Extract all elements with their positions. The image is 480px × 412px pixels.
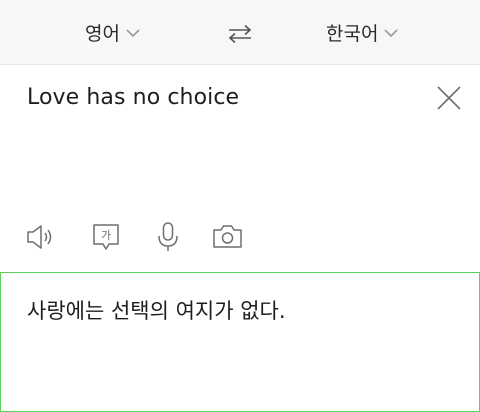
svg-text:가: 가 — [101, 229, 111, 242]
chevron-down-icon — [383, 24, 399, 40]
source-text[interactable]: Love has no choice — [27, 85, 239, 110]
source-language-selector[interactable]: 영어 — [85, 0, 141, 64]
camera-icon — [213, 225, 242, 248]
chat-bubble-korean-icon: 가 — [93, 224, 119, 250]
language-bar: 영어 한국어 — [0, 0, 480, 65]
speaker-icon — [27, 225, 52, 249]
camera-button[interactable] — [211, 220, 245, 254]
pronunciation-button[interactable]: 가 — [90, 220, 124, 254]
target-language-label: 한국어 — [326, 22, 379, 45]
voice-input-button[interactable] — [152, 220, 186, 254]
source-language-label: 영어 — [85, 22, 120, 45]
chevron-down-icon — [125, 24, 141, 40]
target-language-selector[interactable]: 한국어 — [326, 0, 399, 64]
close-icon — [437, 86, 461, 110]
swap-arrows-icon — [228, 24, 252, 44]
translation-result-text: 사랑에는 선택의 여지가 없다. — [27, 299, 286, 323]
microphone-icon — [158, 222, 178, 251]
clear-button[interactable] — [436, 85, 462, 111]
source-input-area[interactable]: Love has no choice 가 — [0, 65, 480, 272]
swap-languages-button[interactable] — [227, 24, 253, 44]
translation-result-box: 사랑에는 선택의 여지가 없다. — [0, 272, 480, 412]
speaker-button[interactable] — [24, 220, 58, 254]
